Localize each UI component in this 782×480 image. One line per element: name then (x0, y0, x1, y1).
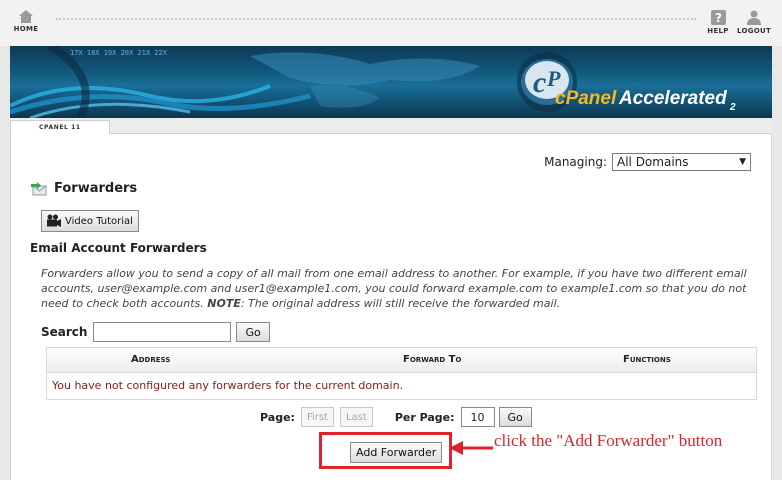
user-icon (747, 10, 761, 25)
banner-graphic: 17X 18X 19X 20X 21X 22X c P cPanel Accel… (10, 46, 736, 118)
page-title-row: Forwarders (31, 181, 137, 196)
table-header: Address Forward To Functions (47, 348, 756, 373)
table-empty-row: You have not configured any forwarders f… (52, 379, 404, 392)
description-note: : The original address will still receiv… (240, 297, 561, 310)
search-bar: Search Go (41, 322, 270, 342)
description-text: Forwarders allow you to send a copy of a… (41, 266, 753, 311)
help-icon: ? (710, 10, 726, 25)
video-tutorial-button[interactable]: Video Tutorial (41, 210, 139, 232)
video-camera-icon (47, 214, 61, 227)
managing-label: Managing: (544, 155, 607, 169)
per-page-go-button[interactable]: Go (498, 407, 532, 427)
main-content: Managing: All Domains ▼ Forwarders Video… (10, 134, 772, 480)
brand-text: cPanel (555, 88, 617, 109)
page-label: Page: (260, 410, 295, 424)
dropdown-arrow-icon: ▼ (739, 157, 746, 167)
add-forwarder-button[interactable]: Add Forwarder (350, 442, 443, 463)
forwarders-table: Address Forward To Functions You have no… (46, 347, 757, 400)
logout-label: LOGOUT (736, 27, 772, 35)
section-heading: Email Account Forwarders (30, 241, 207, 255)
svg-text:?: ? (715, 11, 722, 25)
page-tab-strip: CPANEL 11 (10, 118, 772, 134)
logo-c: c (533, 66, 546, 99)
column-header-functions: Functions (623, 354, 671, 365)
dotted-divider (56, 18, 696, 20)
video-tutorial-label: Video Tutorial (65, 215, 133, 227)
search-input[interactable] (93, 322, 232, 342)
managing-selector: Managing: All Domains ▼ (544, 153, 751, 171)
brand-version: 2 (729, 102, 736, 113)
last-page-button[interactable]: Last (339, 407, 373, 427)
home-button[interactable]: HOME (6, 10, 46, 33)
logout-button[interactable]: LOGOUT (734, 10, 774, 35)
description-note-label: NOTE (207, 297, 241, 310)
help-button[interactable]: ? HELP (698, 10, 738, 35)
page-title: Forwarders (54, 181, 138, 196)
first-page-button[interactable]: First (300, 407, 334, 427)
brand-suffix: Accelerated (618, 88, 727, 109)
domain-select[interactable]: All Domains ▼ (612, 153, 751, 171)
search-label: Search (41, 325, 88, 339)
per-page-input[interactable]: 10 (460, 407, 495, 427)
column-header-forward-to[interactable]: Forward To (403, 354, 461, 365)
home-icon (19, 10, 33, 23)
callout-arrow-icon (449, 441, 493, 455)
cpanel-version-tab: CPANEL 11 (10, 120, 110, 134)
forwarders-mail-icon (31, 181, 47, 195)
top-nav-bar: HOME ? HELP LOGOUT (0, 0, 782, 46)
search-go-button[interactable]: Go (236, 322, 270, 342)
cpanel-banner: 17X 18X 19X 20X 21X 22X c P cPanel Accel… (10, 46, 772, 118)
pagination: Page: First Last Per Page: 10 Go (260, 407, 532, 427)
help-label: HELP (707, 27, 729, 35)
per-page-label: Per Page: (394, 410, 455, 424)
column-header-address[interactable]: Address (131, 354, 170, 365)
domain-select-value: All Domains (617, 155, 689, 169)
annotation-callout: click the "Add Forwarder" button (494, 431, 723, 450)
svg-text:17X 18X 19X 20X 21X: 17X 18X 19X 20X 21X 22X (70, 49, 168, 57)
add-forwarder-highlight: Add Forwarder (319, 432, 452, 469)
home-label: HOME (13, 25, 39, 33)
